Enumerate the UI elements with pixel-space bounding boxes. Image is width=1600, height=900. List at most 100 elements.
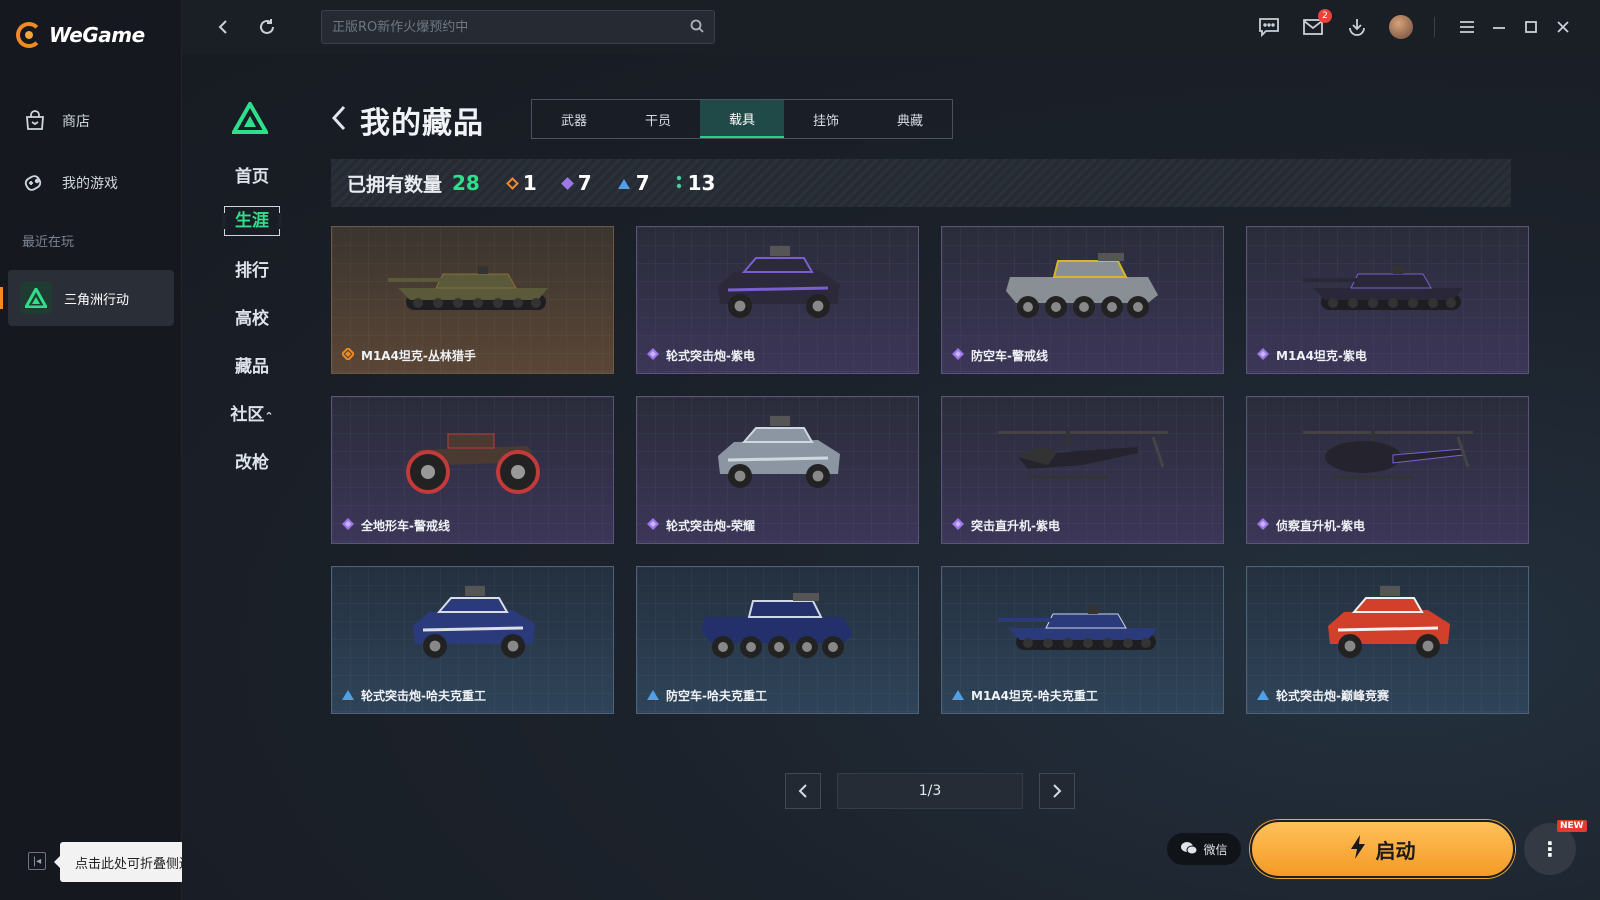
- minimize-icon[interactable]: [1486, 14, 1512, 40]
- vehicle-name: 轮式突击炮-紫电: [666, 349, 755, 363]
- vehicle-image: [398, 412, 548, 506]
- vehicle-name: 防空车-哈夫克重工: [666, 689, 767, 703]
- launch-button[interactable]: 启动: [1250, 820, 1515, 878]
- wegame-logo-icon: [16, 22, 42, 48]
- game-nav-college[interactable]: 高校: [224, 304, 280, 329]
- delta-force-logo-icon[interactable]: [230, 99, 270, 138]
- top-bar: 2: [182, 0, 1600, 54]
- vehicle-name: M1A4坦克-哈夫克重工: [971, 689, 1098, 703]
- vehicle-card[interactable]: 防空车-警戒线: [941, 226, 1224, 374]
- game-nav-home[interactable]: 首页: [224, 162, 280, 187]
- epic-rarity-icon: [647, 348, 659, 363]
- collapse-sidebar-icon[interactable]: |◂: [28, 852, 46, 870]
- game-nav-career[interactable]: 生涯: [222, 206, 282, 236]
- vehicle-card-caption: M1A4坦克-哈夫克重工: [952, 687, 1098, 704]
- game-nav-community[interactable]: 社区⌃: [224, 400, 280, 425]
- vehicle-card[interactable]: 轮式突击炮-荣耀: [636, 396, 919, 544]
- vehicle-name: 侦察直升机-紫电: [1276, 519, 1365, 533]
- back-icon[interactable]: [210, 14, 236, 40]
- chat-icon[interactable]: [1256, 14, 1282, 40]
- vehicle-name: 防空车-警戒线: [971, 349, 1048, 363]
- vehicle-card[interactable]: M1A4坦克-丛林猎手: [331, 226, 614, 374]
- recent-game-item[interactable]: 三角洲行动: [8, 270, 174, 326]
- sidebar-item-store[interactable]: 商店: [22, 108, 90, 134]
- vehicle-card-caption: 防空车-哈夫克重工: [647, 687, 767, 704]
- search-icon[interactable]: [690, 18, 704, 37]
- tab-vehicles[interactable]: 载具: [700, 100, 784, 138]
- rare-rarity-icon: [1257, 689, 1269, 703]
- vehicle-card[interactable]: 轮式突击炮-巅峰竞赛: [1246, 566, 1529, 714]
- menu-icon[interactable]: [1454, 14, 1480, 40]
- vehicle-name: 轮式突击炮-巅峰竞赛: [1276, 689, 1389, 703]
- vehicle-card[interactable]: 防空车-哈夫克重工: [636, 566, 919, 714]
- vehicle-card[interactable]: 全地形车-警戒线: [331, 396, 614, 544]
- vehicle-card-caption: 突击直升机-紫电: [952, 517, 1060, 534]
- avatar: [1389, 15, 1413, 39]
- vehicle-name: M1A4坦克-丛林猎手: [361, 349, 476, 363]
- game-nav-modify-gun[interactable]: 改枪: [224, 448, 280, 473]
- recent-played-label: 最近在玩: [22, 235, 75, 250]
- mail-icon[interactable]: 2: [1300, 9, 1332, 40]
- vehicle-card-caption: 轮式突击炮-紫电: [647, 347, 755, 364]
- main-content: 首页 生涯 排行 高校 藏品 社区⌃ 改枪 我的藏品 武器 干员 载具 挂饰 典…: [182, 54, 1600, 900]
- rarity-count-value: 13: [687, 171, 716, 195]
- common-dots-icon: [676, 174, 682, 193]
- prev-page-icon[interactable]: [785, 773, 821, 809]
- next-page-icon[interactable]: [1039, 773, 1075, 809]
- vehicle-image: [693, 587, 863, 671]
- rarity-count-common: 13: [676, 171, 716, 195]
- vehicle-card[interactable]: M1A4坦克-哈夫克重工: [941, 566, 1224, 714]
- search-input[interactable]: [332, 19, 690, 35]
- user-avatar[interactable]: [1388, 14, 1414, 40]
- tab-operators[interactable]: 干员: [616, 100, 700, 138]
- vehicle-card[interactable]: M1A4坦克-紫电: [1246, 226, 1529, 374]
- page-title: 我的藏品: [360, 106, 484, 141]
- vehicle-name: 突击直升机-紫电: [971, 519, 1060, 533]
- legend-diamond-icon: [505, 176, 519, 190]
- owned-label: 已拥有数量: [347, 173, 443, 196]
- recent-game-label: 三角洲行动: [64, 292, 130, 308]
- wegame-logo[interactable]: WeGame: [16, 22, 145, 48]
- sidebar-item-label: 我的游戏: [62, 176, 118, 192]
- vehicle-card[interactable]: 侦察直升机-紫电: [1246, 396, 1529, 544]
- rarity-count-value: 7: [577, 171, 592, 195]
- vehicle-name: 轮式突击炮-荣耀: [666, 519, 755, 533]
- game-nav-collection[interactable]: 藏品: [224, 352, 280, 377]
- wechat-button[interactable]: 微信: [1167, 833, 1241, 865]
- vehicle-card[interactable]: 突击直升机-紫电: [941, 396, 1224, 544]
- lightning-icon: [1350, 834, 1366, 864]
- vehicle-card[interactable]: 轮式突击炮-紫电: [636, 226, 919, 374]
- sidebar-item-label: 商店: [62, 114, 90, 130]
- sidebar-item-my-games[interactable]: 我的游戏: [22, 170, 118, 196]
- owned-total: 28: [452, 171, 480, 195]
- game-nav-ranking[interactable]: 排行: [224, 256, 280, 281]
- vehicle-name: 轮式突击炮-哈夫克重工: [361, 689, 486, 703]
- tab-charms[interactable]: 挂饰: [784, 100, 868, 138]
- wechat-label: 微信: [1203, 842, 1228, 857]
- new-badge: NEW: [1557, 820, 1587, 832]
- store-bag-icon: [22, 108, 48, 134]
- back-arrow-icon[interactable]: [330, 104, 348, 137]
- tab-archive[interactable]: 典藏: [868, 100, 952, 138]
- vehicle-card-caption: 防空车-警戒线: [952, 347, 1048, 364]
- active-indicator: [0, 287, 3, 309]
- vehicle-image: [998, 247, 1168, 331]
- close-icon[interactable]: [1550, 14, 1576, 40]
- epic-rarity-icon: [647, 518, 659, 533]
- download-icon[interactable]: [1344, 14, 1370, 40]
- refresh-icon[interactable]: [254, 14, 280, 40]
- left-sidebar: WeGame 商店 我的游戏 最近在玩 三角洲行动 |◂ 点击此处可折叠侧边栏: [0, 0, 220, 900]
- wechat-icon: [1180, 840, 1198, 859]
- vehicle-image: [708, 412, 848, 506]
- chevron-up-icon: ⌃: [264, 410, 274, 423]
- search-bar[interactable]: [321, 10, 715, 44]
- maximize-icon[interactable]: [1518, 14, 1544, 40]
- tab-weapons[interactable]: 武器: [532, 100, 616, 138]
- app-name: WeGame: [49, 23, 145, 47]
- vehicle-image: [1293, 417, 1483, 501]
- epic-rarity-icon: [952, 518, 964, 533]
- launch-label: 启动: [1375, 838, 1416, 863]
- vehicle-card-caption: M1A4坦克-丛林猎手: [340, 346, 476, 364]
- vehicle-card[interactable]: 轮式突击炮-哈夫克重工: [331, 566, 614, 714]
- pagination: 1/3: [785, 773, 1075, 809]
